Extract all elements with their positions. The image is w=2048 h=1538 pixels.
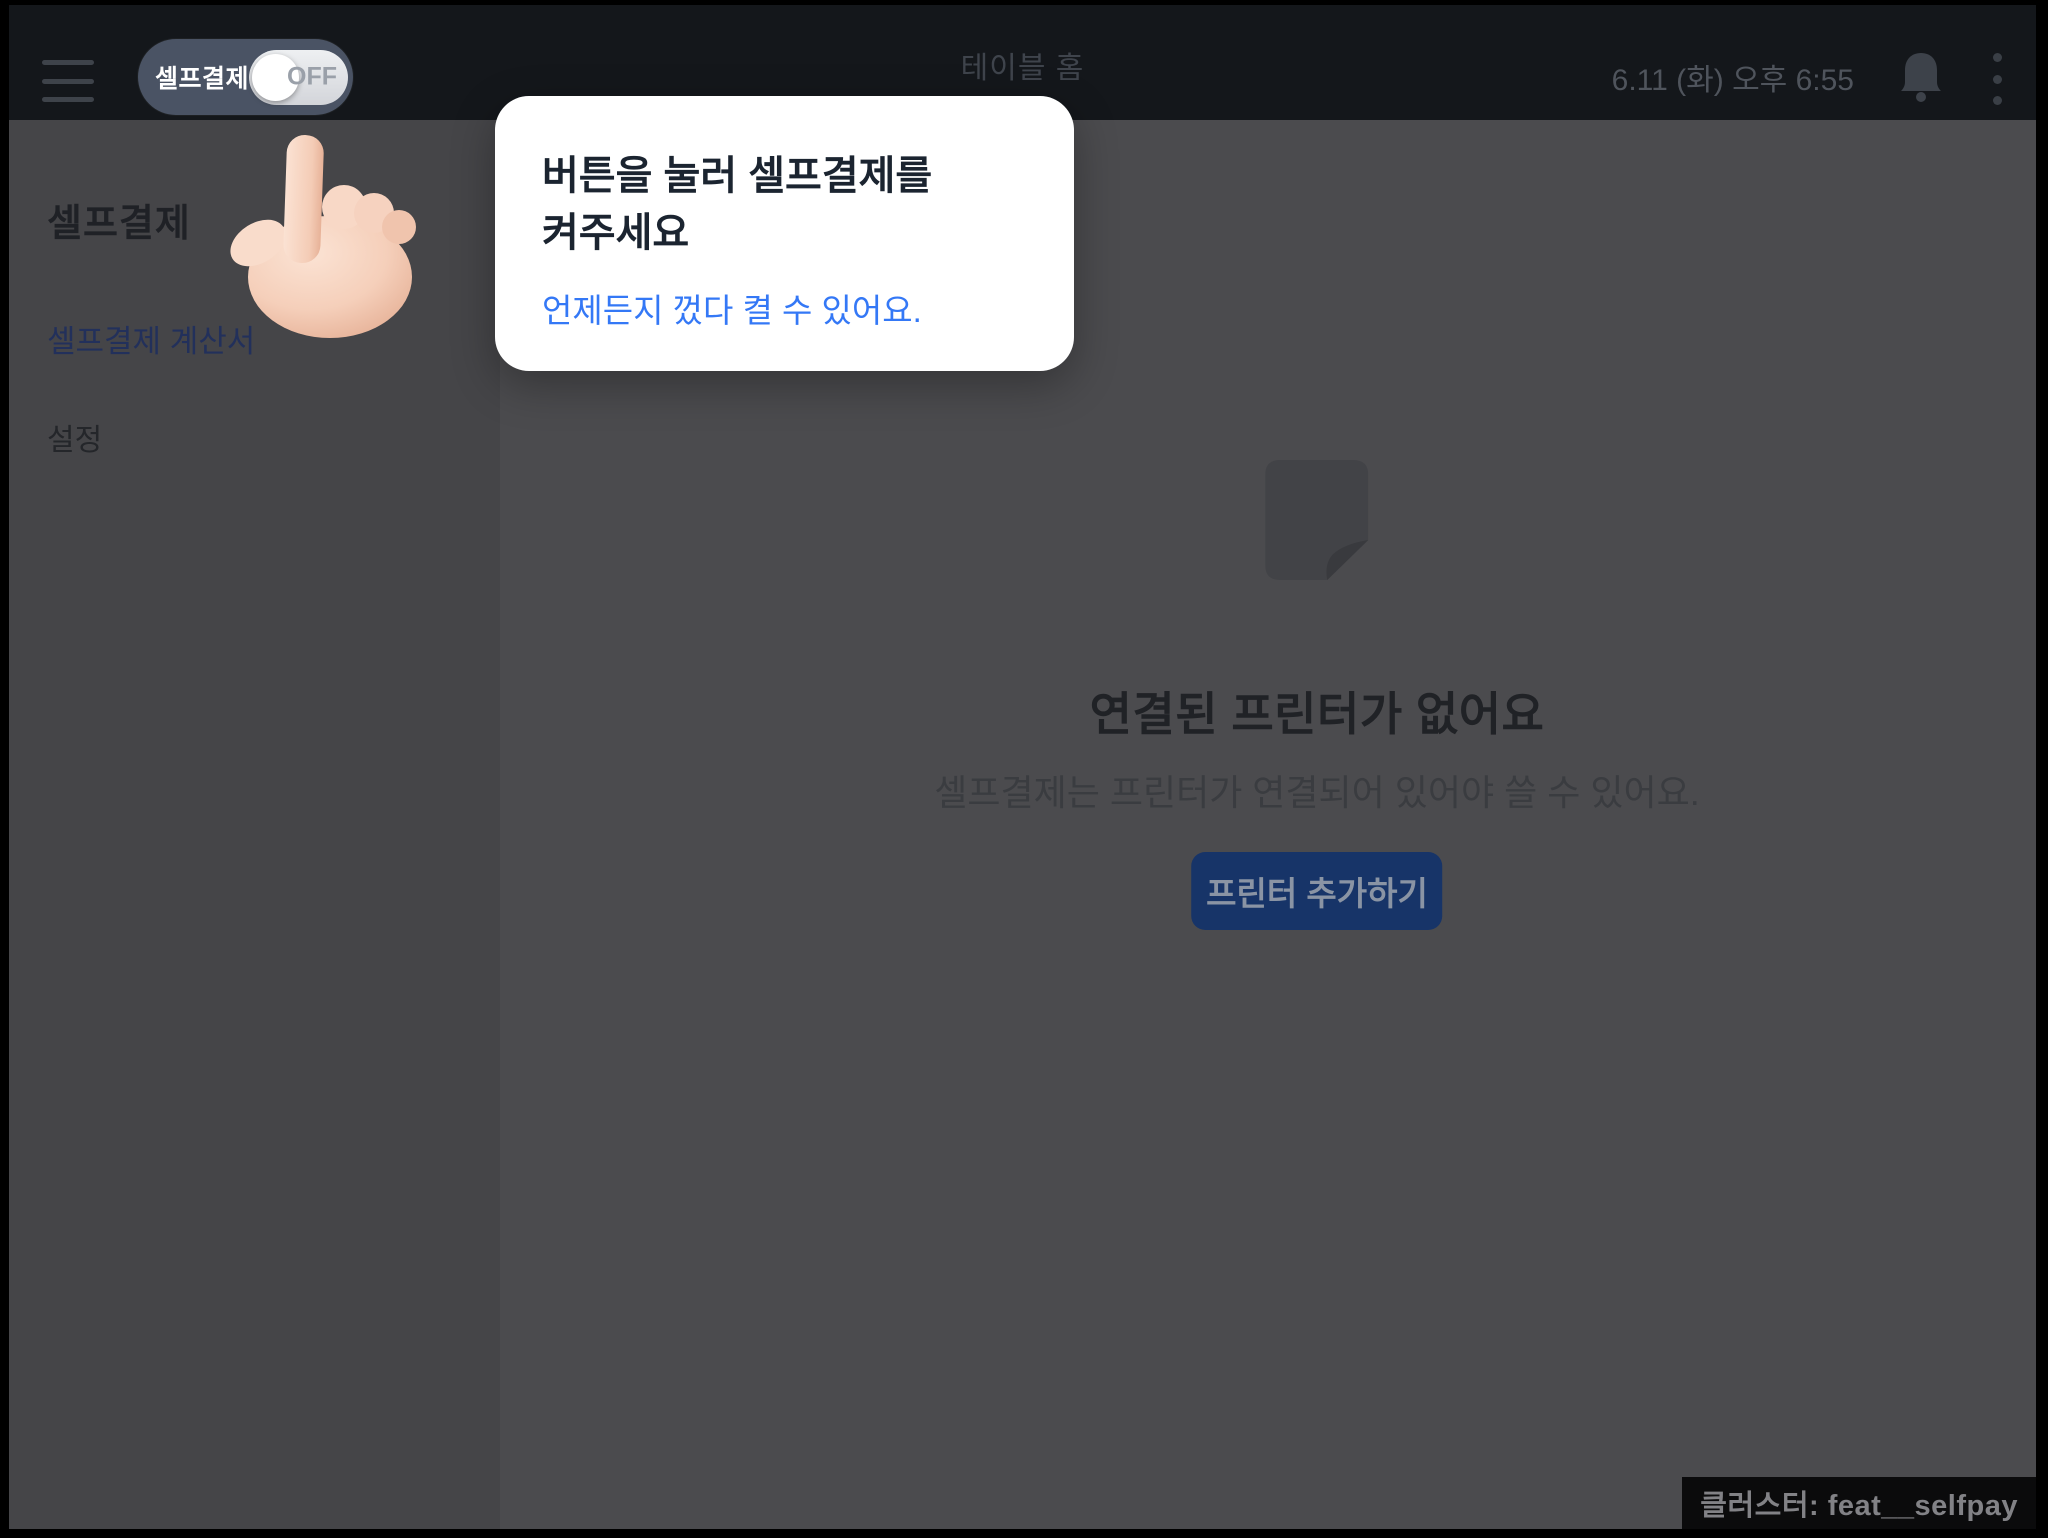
kebab-menu-icon[interactable] — [1981, 51, 2013, 107]
coach-tooltip: 버튼을 눌러 셀프결제를 켜주세요 언제든지 껐다 켤 수 있어요. — [495, 96, 1074, 371]
hamburger-bar — [42, 97, 94, 102]
app-screen: 테이블 홈 6.11 (화) 오후 6:55 셀프결제 OFF 셀프결제 셀프결… — [9, 5, 2036, 1529]
sidebar-heading: 셀프결제 — [47, 192, 191, 247]
bell-icon[interactable] — [1898, 49, 1944, 105]
add-printer-button[interactable]: 프린터 추가하기 — [1191, 852, 1442, 930]
coach-tooltip-title: 버튼을 눌러 셀프결제를 켜주세요 — [542, 148, 1032, 262]
toggle-state-label: OFF — [287, 63, 337, 92]
datetime-text: 6.11 (화) 오후 6:55 — [1612, 55, 1854, 99]
sidebar-item-selfpay-bill[interactable]: 셀프결제 계산서 — [47, 316, 255, 361]
selfpay-toggle-pill[interactable]: 셀프결제 OFF — [138, 39, 353, 115]
empty-state-description: 셀프결제는 프린터가 연결되어 있어야 쓸 수 있어요. — [934, 764, 1700, 816]
sidebar-item-settings[interactable]: 설정 — [47, 415, 102, 459]
cluster-badge: 클러스터: feat__selfpay — [1682, 1477, 2036, 1529]
selfpay-toggle-switch[interactable]: OFF — [249, 50, 348, 105]
empty-state-title: 연결된 프린터가 없어요 — [1090, 678, 1545, 744]
hand-pointing-up-icon — [227, 131, 417, 339]
document-icon — [1265, 460, 1368, 580]
printer-empty-state: 연결된 프린터가 없어요 셀프결제는 프린터가 연결되어 있어야 쓸 수 있어요… — [934, 460, 1700, 930]
coach-tooltip-subtitle: 언제든지 껐다 켤 수 있어요. — [542, 284, 1027, 332]
cluster-badge-label: 클러스터: feat__selfpay — [1700, 1482, 2018, 1524]
selfpay-pill-label: 셀프결제 — [155, 59, 249, 95]
